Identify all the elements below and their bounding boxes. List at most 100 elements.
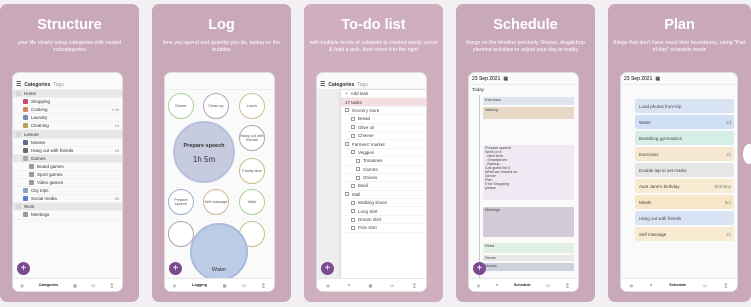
active-bubble[interactable]: Prepare speech 1h 5m: [173, 121, 235, 183]
bubble-clean-up[interactable]: Clean up: [203, 93, 229, 119]
checkbox[interactable]: [356, 167, 360, 172]
schedule-block[interactable]: Prepare speech Work on it - New lines - …: [483, 145, 574, 200]
task-row[interactable]: Dream shirt: [341, 216, 426, 225]
checkbox[interactable]: [351, 200, 355, 205]
nav-item[interactable]: ◍: [326, 283, 329, 288]
plan-item[interactable]: Self massage 1h: [635, 227, 734, 241]
task-row[interactable]: 17 tasks: [341, 98, 426, 107]
checkbox[interactable]: [345, 192, 349, 197]
plan-item[interactable]: Water 5d: [635, 115, 734, 129]
checkbox[interactable]: [351, 150, 355, 155]
task-row[interactable]: Veggies: [341, 149, 426, 158]
task-row[interactable]: Tomatoes: [341, 157, 426, 166]
task-row[interactable]: Onions: [341, 174, 426, 183]
nav-item[interactable]: ☑: [703, 283, 706, 288]
checkbox[interactable]: [351, 217, 355, 222]
bubble-dinner[interactable]: Dinner: [168, 93, 194, 119]
bubble-lunch[interactable]: Lunch: [239, 93, 265, 119]
menu-icon[interactable]: ☰: [16, 81, 21, 88]
category-row[interactable]: Board games: [13, 163, 122, 171]
plan-item[interactable]: Hang out with friends: [635, 211, 734, 225]
plan-item[interactable]: Aunt Jane's birthday Birthday: [635, 179, 734, 193]
plan-item[interactable]: Meals 5m: [635, 195, 734, 209]
checkbox[interactable]: [351, 209, 355, 214]
task-row[interactable]: Carrots: [341, 166, 426, 174]
bubble[interactable]: [168, 221, 194, 247]
task-row[interactable]: Bread: [341, 115, 426, 124]
category-row[interactable]: Cleaning 2d: [13, 122, 122, 131]
nav-schedule[interactable]: Schedule: [669, 283, 686, 287]
bubble-family-time[interactable]: Family time: [239, 158, 265, 184]
category-row[interactable]: Work: [13, 203, 122, 212]
task-row[interactable]: Polo shirt: [341, 224, 426, 233]
water-bubble[interactable]: Water: [190, 223, 248, 281]
tab-categories[interactable]: Categories: [24, 82, 50, 88]
nav-logging[interactable]: Logging: [192, 283, 207, 287]
task-row[interactable]: Olive oil: [341, 124, 426, 132]
schedule-block[interactable]: Meetings: [483, 207, 574, 237]
date-label[interactable]: 23 Sep 2021: [624, 76, 652, 82]
category-row[interactable]: Movies: [13, 139, 122, 147]
nav-item[interactable]: ▦: [223, 283, 227, 288]
tab-tags[interactable]: Tags: [357, 82, 368, 88]
task-row[interactable]: Cheese: [341, 132, 426, 141]
nav-item[interactable]: ●: [650, 283, 652, 287]
checkbox[interactable]: [351, 225, 355, 230]
schedule-block[interactable]: Dinner: [483, 255, 574, 261]
task-row[interactable]: Long skirt: [341, 207, 426, 216]
schedule-block[interactable]: Relax: [483, 243, 574, 253]
category-row[interactable]: Hang out with friends 2d: [13, 147, 122, 155]
checkbox[interactable]: [345, 142, 349, 147]
nav-item[interactable]: ▦: [73, 283, 77, 288]
checkbox[interactable]: [345, 108, 349, 113]
category-row[interactable]: Leisure: [13, 130, 122, 139]
nav-item[interactable]: ⌛: [110, 283, 115, 288]
nav-item[interactable]: ●: [496, 283, 498, 287]
category-row[interactable]: Home: [13, 90, 122, 99]
category-row[interactable]: Cooking 1.0h: [13, 106, 122, 115]
nav-item[interactable]: ☑: [390, 283, 393, 288]
plan-item[interactable]: Breathing gymnastics: [635, 131, 734, 145]
plan-item[interactable]: Load photos from trip: [635, 99, 734, 113]
checkbox[interactable]: [356, 158, 360, 163]
nav-item[interactable]: ⌛: [412, 283, 417, 288]
add-task-button[interactable]: + Add task: [341, 90, 426, 99]
plan-item[interactable]: Exercises 1h: [635, 147, 734, 161]
date-label[interactable]: 23 Sep 2021: [472, 76, 500, 82]
nav-item[interactable]: ☑: [92, 283, 95, 288]
task-group[interactable]: Farmers' market: [341, 140, 426, 149]
checkbox[interactable]: [356, 175, 360, 180]
nav-item[interactable]: ▦: [368, 283, 372, 288]
add-button[interactable]: +: [473, 262, 486, 275]
category-row[interactable]: Video games: [13, 179, 122, 188]
category-row[interactable]: Shopping: [13, 98, 122, 107]
category-row[interactable]: Sport games: [13, 171, 122, 180]
plan-item[interactable]: Double tap to set marks: [635, 163, 734, 177]
add-button[interactable]: +: [17, 262, 30, 275]
nav-item[interactable]: ⌛: [565, 283, 570, 288]
menu-icon[interactable]: ☰: [320, 81, 325, 88]
add-button[interactable]: +: [169, 262, 182, 275]
bubble-self-massage[interactable]: Self massage: [203, 189, 229, 215]
category-row[interactable]: Social media 5d: [13, 195, 122, 204]
nav-item[interactable]: ◍: [630, 283, 633, 288]
category-row[interactable]: Games: [13, 154, 122, 163]
checkbox[interactable]: [351, 116, 355, 121]
schedule-block[interactable]: Movies: [483, 263, 574, 271]
checkbox[interactable]: [351, 183, 355, 188]
nav-item[interactable]: ◍: [477, 283, 480, 288]
nav-item[interactable]: ☑: [546, 283, 549, 288]
schedule-block[interactable]: Exercises: [483, 97, 574, 105]
task-group[interactable]: Grocery store: [341, 107, 426, 116]
bubble-prepare-speech[interactable]: Prepare speech: [168, 189, 194, 215]
nav-item[interactable]: ⌛: [724, 283, 729, 288]
nav-item[interactable]: ☑: [242, 283, 245, 288]
nav-item[interactable]: ●: [348, 283, 350, 287]
tab-categories[interactable]: Categories: [328, 82, 354, 88]
add-button[interactable]: +: [321, 262, 334, 275]
checkbox[interactable]: [351, 133, 355, 138]
calendar-icon[interactable]: ▦: [503, 76, 508, 82]
schedule-block[interactable]: Walking: [483, 107, 574, 119]
task-group[interactable]: Mall: [341, 191, 426, 200]
nav-item[interactable]: ◍: [173, 283, 176, 288]
